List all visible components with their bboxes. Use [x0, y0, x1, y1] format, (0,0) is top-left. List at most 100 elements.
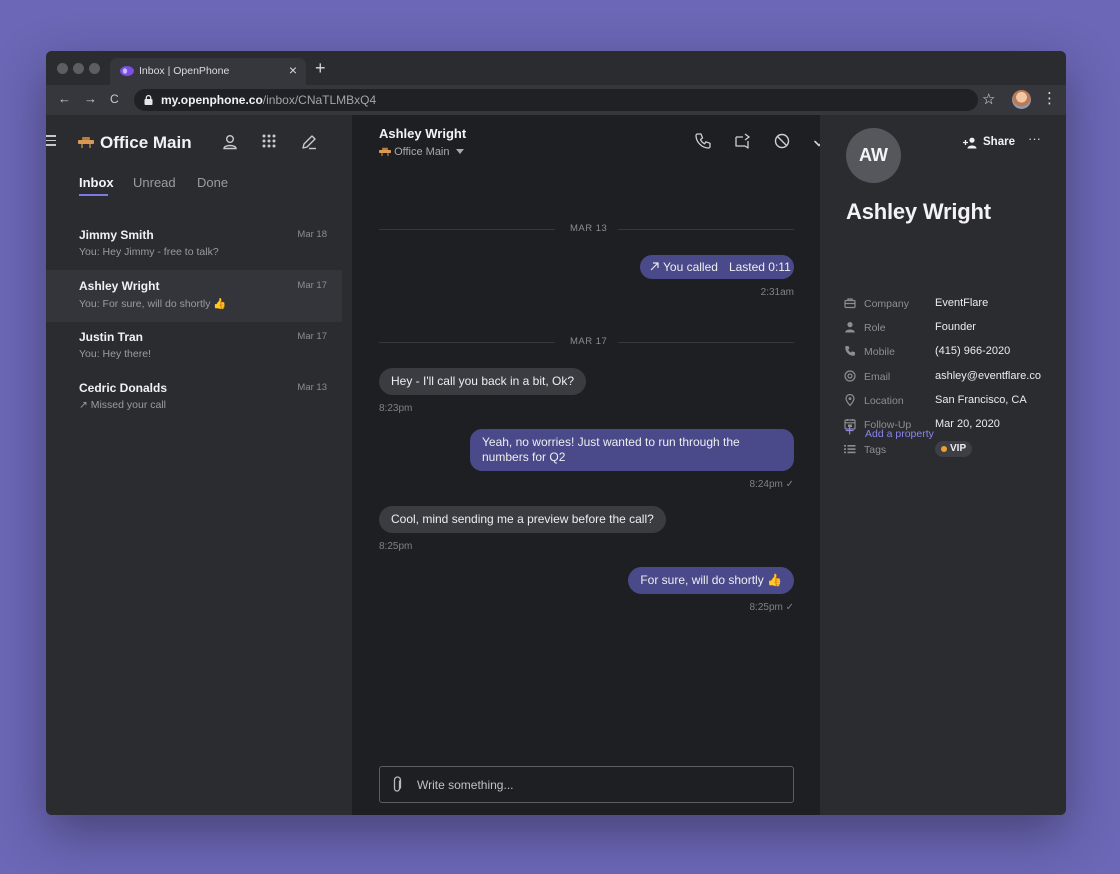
lock-icon [144, 95, 153, 105]
openphone-logo-icon [120, 66, 134, 76]
property-value: Mar 20, 2020 [935, 418, 1000, 430]
conversation-item[interactable]: Jimmy Smith Mar 18 You: Hey Jimmy - free… [46, 219, 342, 271]
outgoing-call-icon [650, 262, 659, 271]
share-contact-icon[interactable] [733, 132, 751, 150]
property-location[interactable]: Location San Francisco, CA [844, 392, 1056, 410]
outgoing-message[interactable]: For sure, will do shortly 👍 [628, 567, 794, 594]
conversation-name: Jimmy Smith [79, 228, 154, 242]
call-label: You called [663, 260, 718, 274]
contacts-icon[interactable] [221, 133, 239, 151]
date-separator-line [618, 342, 794, 343]
conversation-preview: ↗ Missed your call [79, 399, 166, 411]
conversation-item[interactable]: Cedric Donalds Mar 13 ↗ Missed your call [46, 372, 342, 424]
add-property-label: Add a property [865, 428, 934, 440]
chat-inbox-name: Office Main [394, 146, 450, 158]
incoming-message[interactable]: Hey - I'll call you back in a bit, Ok? [379, 368, 587, 395]
property-label: Company [864, 298, 909, 310]
at-icon [844, 370, 856, 382]
property-value: (415) 966-2020 [935, 345, 1011, 357]
more-options-icon[interactable]: ··· [1028, 131, 1041, 146]
tab-unread[interactable]: Unread [133, 175, 176, 190]
incoming-message[interactable]: Cool, mind sending me a preview before t… [379, 506, 666, 533]
browser-window: Inbox | OpenPhone × + ← → C my.openphone… [46, 51, 1066, 815]
phone-icon [845, 346, 855, 356]
share-label: Share [983, 136, 1015, 148]
reload-icon[interactable]: C [110, 92, 119, 106]
tab-close-icon[interactable]: × [289, 62, 297, 78]
property-label: Email [864, 371, 891, 383]
property-tags[interactable]: Tags VIP [844, 441, 1056, 459]
attachment-icon[interactable] [390, 776, 404, 794]
compose-icon[interactable] [300, 133, 318, 151]
inbox-sidebar: Office Main Inbox Unread Done Jimmy Smit… [46, 115, 352, 815]
tag-label: VIP [950, 443, 967, 454]
address-bar[interactable]: my.openphone.co/inbox/CNaTLMBxQ4 [134, 89, 978, 111]
property-email[interactable]: Email ashley@eventflare.co [844, 368, 1056, 386]
outgoing-message[interactable]: Yeah, no worries! Just wanted to run thr… [470, 429, 794, 471]
conversation-date: Mar 17 [297, 280, 327, 291]
conversation-date: Mar 17 [297, 331, 327, 342]
chat-inbox-selector[interactable]: Office Main [379, 146, 464, 158]
forward-icon[interactable]: → [84, 91, 97, 106]
conversation-name: Ashley Wright [79, 279, 160, 293]
browser-tab[interactable]: Inbox | OpenPhone × [110, 58, 306, 85]
dialpad-icon[interactable] [260, 133, 278, 151]
property-label: Location [864, 395, 904, 407]
chevron-down-icon [455, 149, 464, 154]
browser-menu-icon[interactable]: ⋮ [1042, 89, 1057, 107]
tab-done[interactable]: Done [197, 175, 228, 190]
window-minimize-dot[interactable] [73, 63, 84, 74]
tab-inbox[interactable]: Inbox [79, 175, 114, 190]
message-timestamp: 2:31am [760, 287, 794, 298]
conversation-preview: You: For sure, will do shortly 👍 [79, 298, 227, 310]
property-value: San Francisco, CA [935, 394, 1027, 406]
plus-icon: + [845, 423, 855, 440]
browser-tab-bar: Inbox | OpenPhone × + [46, 51, 1066, 85]
workspace-emoji-icon [78, 137, 94, 148]
bookmark-star-icon[interactable]: ☆ [982, 90, 995, 108]
url-text: my.openphone.co/inbox/CNaTLMBxQ4 [161, 93, 377, 107]
profile-avatar[interactable] [1012, 90, 1031, 109]
add-user-icon [963, 137, 977, 149]
hamburger-menu-icon[interactable] [46, 135, 56, 146]
window-close-dot[interactable] [57, 63, 68, 74]
person-icon [845, 322, 855, 333]
property-mobile[interactable]: Mobile (415) 966-2020 [844, 343, 1056, 361]
call-log-bubble[interactable]: You called Lasted 0:11 [640, 255, 794, 279]
message-composer[interactable]: Write something... [379, 766, 794, 803]
workspace-emoji-icon [379, 147, 391, 156]
workspace-name[interactable]: Office Main [100, 133, 192, 153]
vip-tag[interactable]: VIP [935, 441, 973, 457]
contact-avatar: AW [846, 128, 901, 183]
property-value: ashley@eventflare.co [935, 370, 1041, 382]
property-label: Tags [864, 444, 887, 456]
conversation-item-selected[interactable]: Ashley Wright Mar 17 You: For sure, will… [46, 270, 342, 322]
message-timestamp: 8:24pm ✓ [749, 479, 794, 490]
chat-contact-name[interactable]: Ashley Wright [379, 126, 466, 141]
share-button[interactable]: Share [963, 135, 1015, 151]
message-timestamp: 8:23pm [379, 403, 413, 414]
date-separator: MAR 13 [570, 223, 608, 234]
call-duration: Lasted 0:11 [728, 260, 791, 274]
property-label: Mobile [864, 346, 895, 358]
date-separator-line [618, 229, 794, 230]
property-company[interactable]: Company EventFlare [844, 295, 1056, 313]
tag-color-dot [941, 446, 947, 452]
briefcase-icon [844, 298, 856, 309]
property-label: Role [864, 322, 886, 334]
new-tab-icon[interactable]: + [315, 59, 326, 77]
conversation-name: Cedric Donalds [79, 381, 168, 395]
contact-details-pane: AW Share ··· Ashley Wright Company Event… [820, 115, 1066, 815]
window-zoom-dot[interactable] [89, 63, 100, 74]
back-icon[interactable]: ← [58, 91, 71, 106]
pin-icon [845, 394, 855, 406]
conversation-date: Mar 18 [297, 229, 327, 240]
property-role[interactable]: Role Founder [844, 319, 1056, 337]
block-icon[interactable] [773, 132, 791, 150]
contact-name: Ashley Wright [846, 199, 991, 224]
composer-placeholder: Write something... [417, 778, 514, 792]
date-separator-line [379, 342, 555, 343]
call-icon[interactable] [694, 132, 712, 150]
active-tab-indicator [79, 194, 108, 196]
conversation-item[interactable]: Justin Tran Mar 17 You: Hey there! [46, 321, 342, 373]
